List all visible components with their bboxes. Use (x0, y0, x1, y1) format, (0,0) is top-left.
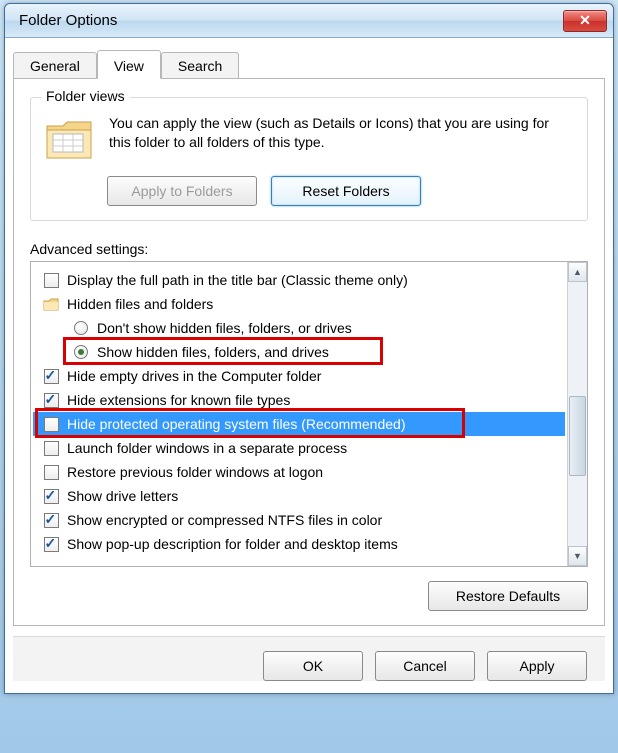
setting-item[interactable]: Hide extensions for known file types (33, 388, 565, 412)
scroll-track[interactable] (568, 282, 587, 546)
folder-views-group: Folder views You can apply t (30, 97, 588, 221)
close-button[interactable]: ✕ (563, 10, 607, 32)
window-title: Folder Options (19, 12, 117, 29)
setting-label: Show drive letters (67, 488, 178, 504)
dialog-buttons: OK Cancel Apply (13, 636, 605, 681)
setting-item[interactable]: Show pop-up description for folder and d… (33, 532, 565, 556)
cancel-button[interactable]: Cancel (375, 651, 475, 681)
setting-item[interactable]: Hide protected operating system files (R… (33, 412, 565, 436)
tab-view-label: View (114, 58, 144, 74)
restore-defaults-button[interactable]: Restore Defaults (428, 581, 588, 611)
checkbox[interactable] (43, 464, 59, 480)
setting-label: Display the full path in the title bar (… (67, 272, 408, 288)
setting-item[interactable]: Don't show hidden files, folders, or dri… (33, 316, 565, 340)
close-icon: ✕ (579, 12, 591, 29)
client-area: General View Search Folder views (5, 38, 613, 693)
advanced-settings-listbox: Display the full path in the title bar (… (30, 261, 588, 567)
checkbox[interactable] (43, 392, 59, 408)
tab-general-label: General (30, 58, 80, 74)
tab-search[interactable]: Search (161, 52, 239, 78)
apply-button[interactable]: Apply (487, 651, 587, 681)
setting-item[interactable]: Restore previous folder windows at logon (33, 460, 565, 484)
setting-label: Show hidden files, folders, and drives (97, 344, 329, 360)
setting-item[interactable]: Show hidden files, folders, and drives (33, 340, 565, 364)
setting-item[interactable]: Launch folder windows in a separate proc… (33, 436, 565, 460)
tab-view[interactable]: View (97, 50, 161, 79)
setting-label: Don't show hidden files, folders, or dri… (97, 320, 352, 336)
checkbox[interactable] (43, 512, 59, 528)
setting-item[interactable]: Hidden files and folders (33, 292, 565, 316)
tab-general[interactable]: General (13, 52, 97, 78)
setting-label: Hide empty drives in the Computer folder (67, 368, 321, 384)
checkbox[interactable] (43, 440, 59, 456)
scroll-thumb[interactable] (569, 396, 586, 476)
setting-item[interactable]: Show encrypted or compressed NTFS files … (33, 508, 565, 532)
scroll-down-button[interactable]: ▼ (568, 546, 587, 566)
checkbox[interactable] (43, 416, 59, 432)
radio[interactable] (73, 320, 89, 336)
setting-label: Hidden files and folders (67, 296, 213, 312)
setting-item[interactable]: Show drive letters (33, 484, 565, 508)
ok-button[interactable]: OK (263, 651, 363, 681)
folder-views-description: You can apply the view (such as Details … (109, 114, 573, 162)
setting-label: Restore previous folder windows at logon (67, 464, 323, 480)
scroll-up-button[interactable]: ▲ (568, 262, 587, 282)
checkbox[interactable] (43, 536, 59, 552)
setting-label: Show encrypted or compressed NTFS files … (67, 512, 382, 528)
setting-label: Hide protected operating system files (R… (67, 416, 406, 432)
setting-label: Show pop-up description for folder and d… (67, 536, 398, 552)
advanced-settings-label: Advanced settings: (30, 241, 588, 257)
setting-item[interactable]: Hide empty drives in the Computer folder (33, 364, 565, 388)
setting-label: Hide extensions for known file types (67, 392, 290, 408)
checkbox[interactable] (43, 488, 59, 504)
apply-to-folders-button[interactable]: Apply to Folders (107, 176, 257, 206)
tab-search-label: Search (178, 58, 222, 74)
setting-item[interactable]: Display the full path in the title bar (… (33, 268, 565, 292)
folder-options-window: Folder Options ✕ General View Search Fol… (4, 3, 614, 694)
tabs: General View Search (13, 47, 605, 79)
checkbox[interactable] (43, 368, 59, 384)
folder-views-legend: Folder views (41, 88, 130, 104)
advanced-settings-listitems[interactable]: Display the full path in the title bar (… (31, 262, 567, 566)
setting-label: Launch folder windows in a separate proc… (67, 440, 347, 456)
radio[interactable] (73, 344, 89, 360)
titlebar[interactable]: Folder Options ✕ (5, 4, 613, 38)
checkbox[interactable] (43, 272, 59, 288)
tab-panel-view: Folder views You can apply t (13, 78, 605, 626)
reset-folders-button[interactable]: Reset Folders (271, 176, 421, 206)
scrollbar[interactable]: ▲ ▼ (567, 262, 587, 566)
folder-views-icon (45, 116, 95, 162)
folder-icon (43, 296, 59, 312)
